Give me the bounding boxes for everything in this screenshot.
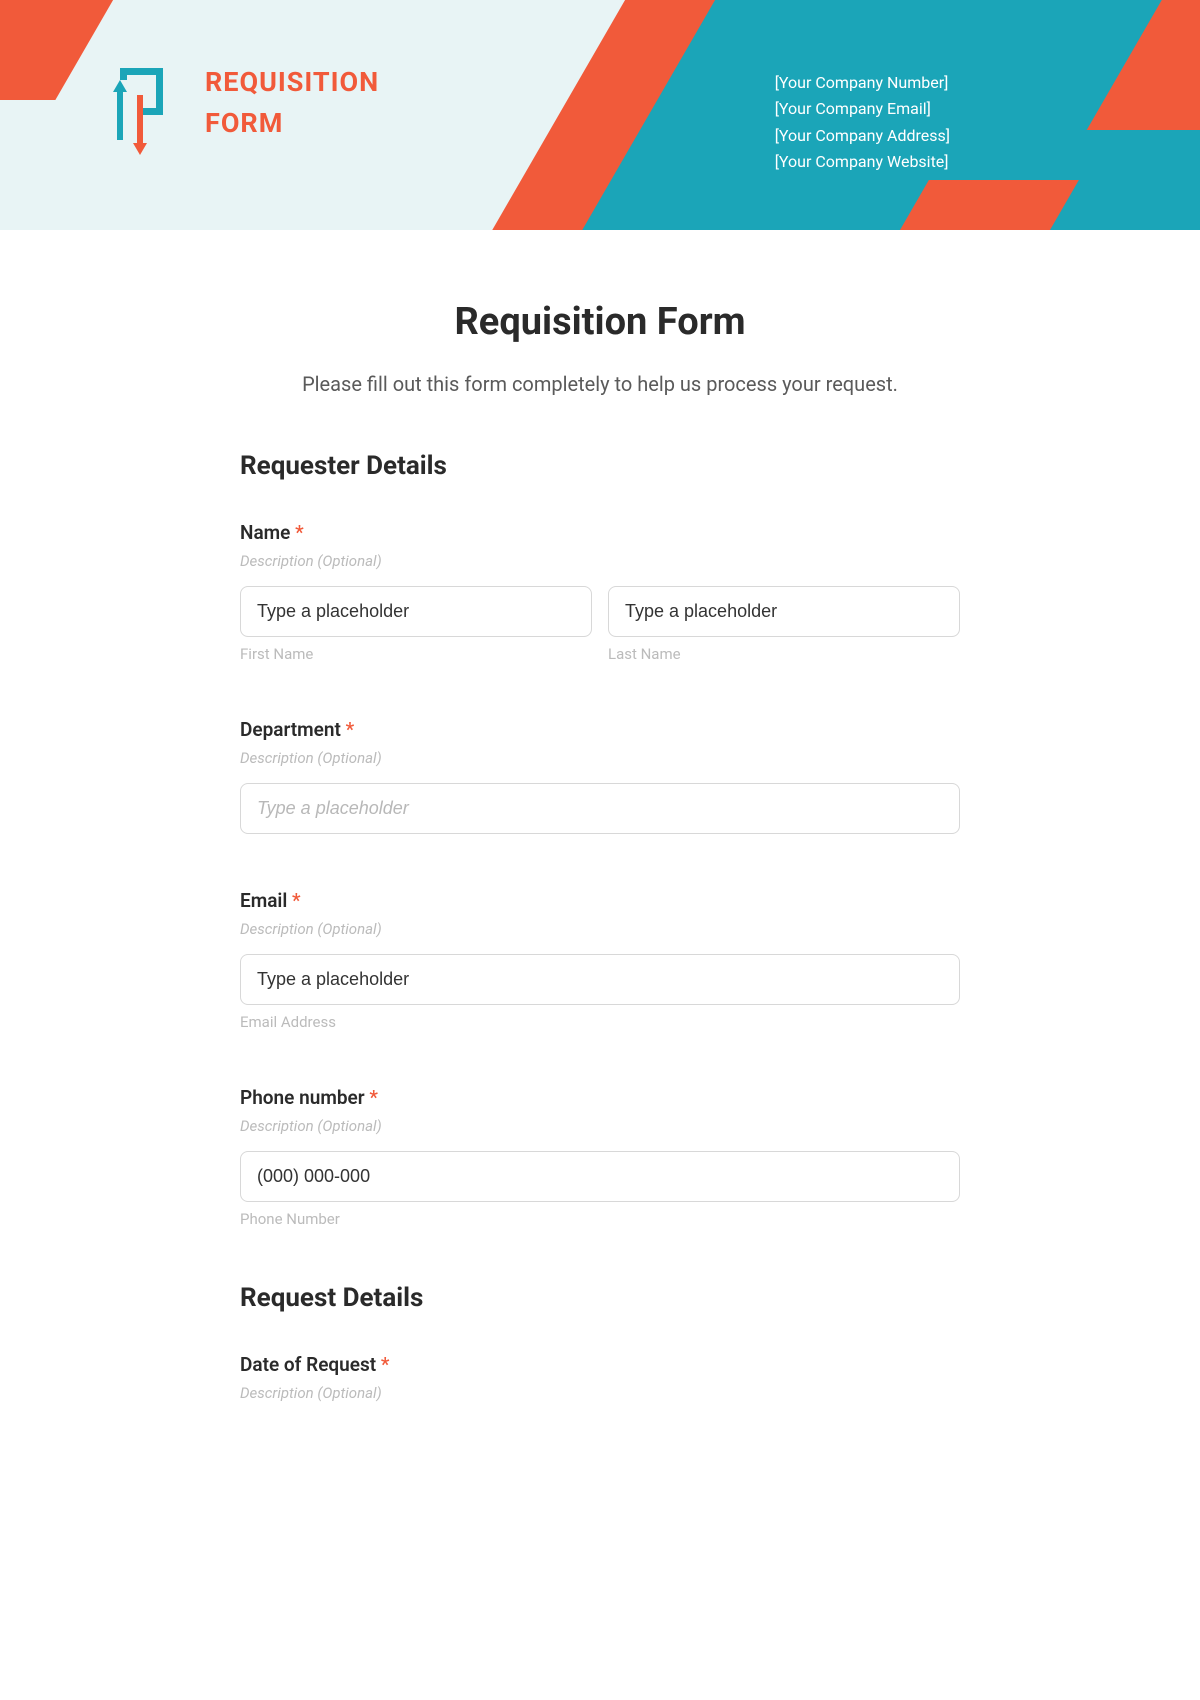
phone-sublabel: Phone Number bbox=[240, 1210, 960, 1228]
label-text: Phone number bbox=[240, 1086, 365, 1109]
field-phone-description: Description (Optional) bbox=[240, 1117, 960, 1135]
required-indicator: * bbox=[369, 1086, 378, 1109]
field-name-label: Name * bbox=[240, 521, 960, 544]
header-banner: REQUISITION FORM [Your Company Number] [… bbox=[0, 0, 1200, 230]
field-phone-label: Phone number * bbox=[240, 1086, 960, 1109]
logo-title-line1: REQUISITION bbox=[205, 62, 379, 103]
page-title: Requisition Form bbox=[240, 300, 960, 344]
required-indicator: * bbox=[292, 889, 301, 912]
logo-title: REQUISITION FORM bbox=[205, 62, 379, 143]
field-department: Department * Description (Optional) bbox=[240, 718, 960, 834]
company-email: [Your Company Email] bbox=[775, 96, 950, 122]
form-content: Requisition Form Please fill out this fo… bbox=[220, 230, 980, 1497]
company-number: [Your Company Number] bbox=[775, 70, 950, 96]
label-text: Date of Request bbox=[240, 1353, 376, 1376]
company-info: [Your Company Number] [Your Company Emai… bbox=[775, 70, 950, 176]
first-name-input[interactable] bbox=[240, 586, 592, 637]
field-date-label: Date of Request * bbox=[240, 1353, 960, 1376]
page-subtitle: Please fill out this form completely to … bbox=[240, 372, 960, 396]
phone-input[interactable] bbox=[240, 1151, 960, 1202]
field-email-description: Description (Optional) bbox=[240, 920, 960, 938]
required-indicator: * bbox=[295, 521, 304, 544]
logo-title-line2: FORM bbox=[205, 103, 379, 144]
last-name-sublabel: Last Name bbox=[608, 645, 960, 663]
logo-area: REQUISITION FORM bbox=[105, 50, 379, 155]
logo-icon bbox=[105, 50, 170, 155]
email-input[interactable] bbox=[240, 954, 960, 1005]
company-address: [Your Company Address] bbox=[775, 123, 950, 149]
field-date-description: Description (Optional) bbox=[240, 1384, 960, 1402]
label-text: Department bbox=[240, 718, 341, 741]
email-sublabel: Email Address bbox=[240, 1013, 960, 1031]
required-indicator: * bbox=[381, 1353, 390, 1376]
field-name-description: Description (Optional) bbox=[240, 552, 960, 570]
field-email-label: Email * bbox=[240, 889, 960, 912]
label-text: Email bbox=[240, 889, 287, 912]
company-website: [Your Company Website] bbox=[775, 149, 950, 175]
section-request-title: Request Details bbox=[240, 1283, 960, 1313]
section-requester-title: Requester Details bbox=[240, 451, 960, 481]
last-name-input[interactable] bbox=[608, 586, 960, 637]
department-input[interactable] bbox=[240, 783, 960, 834]
first-name-sublabel: First Name bbox=[240, 645, 592, 663]
field-name: Name * Description (Optional) First Name… bbox=[240, 521, 960, 663]
field-date: Date of Request * Description (Optional) bbox=[240, 1353, 960, 1402]
field-department-label: Department * bbox=[240, 718, 960, 741]
required-indicator: * bbox=[346, 718, 355, 741]
label-text: Name bbox=[240, 521, 290, 544]
field-department-description: Description (Optional) bbox=[240, 749, 960, 767]
field-phone: Phone number * Description (Optional) Ph… bbox=[240, 1086, 960, 1228]
field-email: Email * Description (Optional) Email Add… bbox=[240, 889, 960, 1031]
